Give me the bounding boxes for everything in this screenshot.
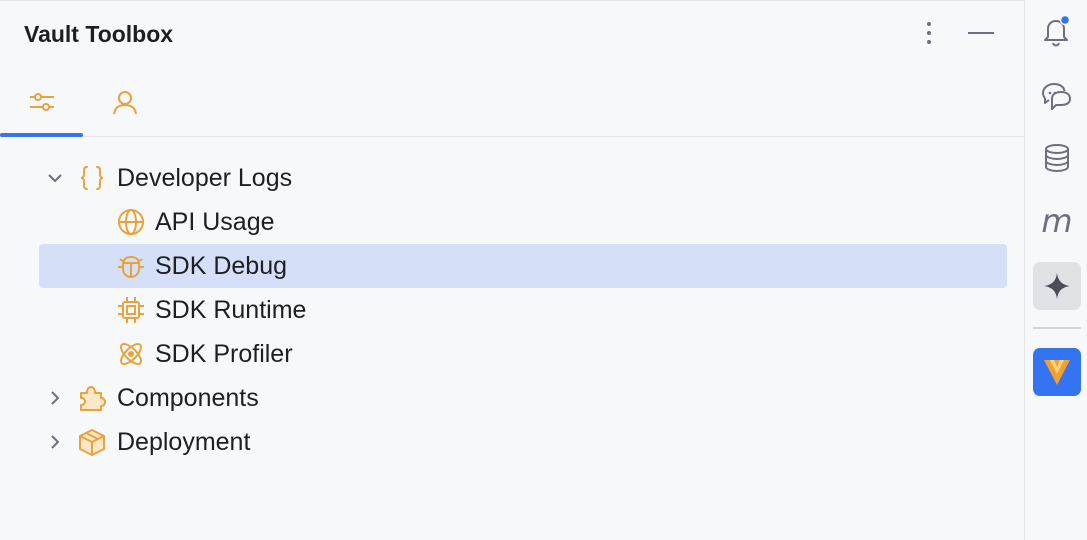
user-icon [112, 90, 137, 114]
m-tool-button[interactable]: m [1033, 197, 1081, 245]
vertical-ellipsis-icon [927, 22, 931, 44]
tree-item-label: API Usage [155, 207, 275, 236]
sparkle-icon [1044, 273, 1070, 299]
options-button[interactable] [915, 17, 943, 49]
tree-item-label: Components [117, 383, 259, 412]
chevron-right-icon[interactable] [46, 389, 64, 407]
tree-item-deployment[interactable]: Deployment [39, 420, 1007, 464]
chat-button[interactable] [1033, 72, 1081, 120]
tab-user[interactable] [83, 67, 166, 136]
package-icon [77, 427, 107, 457]
database-icon [1045, 144, 1069, 173]
tree-item-components[interactable]: Components [39, 376, 1007, 420]
panel-title: Vault Toolbox [24, 21, 174, 47]
ai-assistant-button[interactable] [1033, 262, 1081, 310]
tree-item-label: SDK Runtime [155, 295, 307, 324]
vault-toolbox-button[interactable] [1033, 348, 1081, 396]
braces-icon [77, 163, 107, 193]
tree-item-sdk-profiler[interactable]: SDK Profiler [39, 332, 1007, 376]
tab-settings[interactable] [0, 67, 83, 137]
database-button[interactable] [1033, 134, 1081, 182]
atom-icon [116, 339, 146, 369]
puzzle-icon [77, 383, 107, 413]
sliders-icon [29, 92, 54, 111]
chevron-down-icon[interactable] [46, 169, 64, 187]
minimize-icon [968, 32, 994, 34]
bug-icon [116, 251, 146, 281]
vault-toolbox-panel: Vault Toolbox Developer Logs API Usage S… [0, 0, 1024, 540]
tree-item-label: Deployment [117, 427, 251, 456]
right-tool-rail: m [1024, 0, 1087, 540]
m-letter-icon: m [1041, 202, 1073, 240]
globe-icon [116, 207, 146, 237]
chat-bubbles-icon [1042, 83, 1071, 110]
tree-item-developer-logs[interactable]: Developer Logs [39, 156, 1007, 200]
chip-icon [116, 295, 146, 325]
notifications-bell-icon [1044, 15, 1071, 47]
tree-item-label: SDK Profiler [155, 339, 293, 368]
tree-item-label: Developer Logs [117, 163, 293, 192]
tree-item-sdk-runtime[interactable]: SDK Runtime [39, 288, 1007, 332]
panel-header: Vault Toolbox [0, 1, 1024, 67]
chevron-right-icon[interactable] [46, 433, 64, 451]
notifications-button[interactable] [1033, 7, 1081, 55]
vault-logo-icon [1044, 360, 1070, 385]
tree-item-api-usage[interactable]: API Usage [39, 200, 1007, 244]
panel-tabs [0, 67, 1024, 137]
tree-item-label: SDK Debug [155, 251, 288, 280]
rail-separator [1033, 327, 1081, 329]
tree-item-sdk-debug[interactable]: SDK Debug [39, 244, 1007, 288]
minimize-button[interactable] [966, 17, 996, 49]
